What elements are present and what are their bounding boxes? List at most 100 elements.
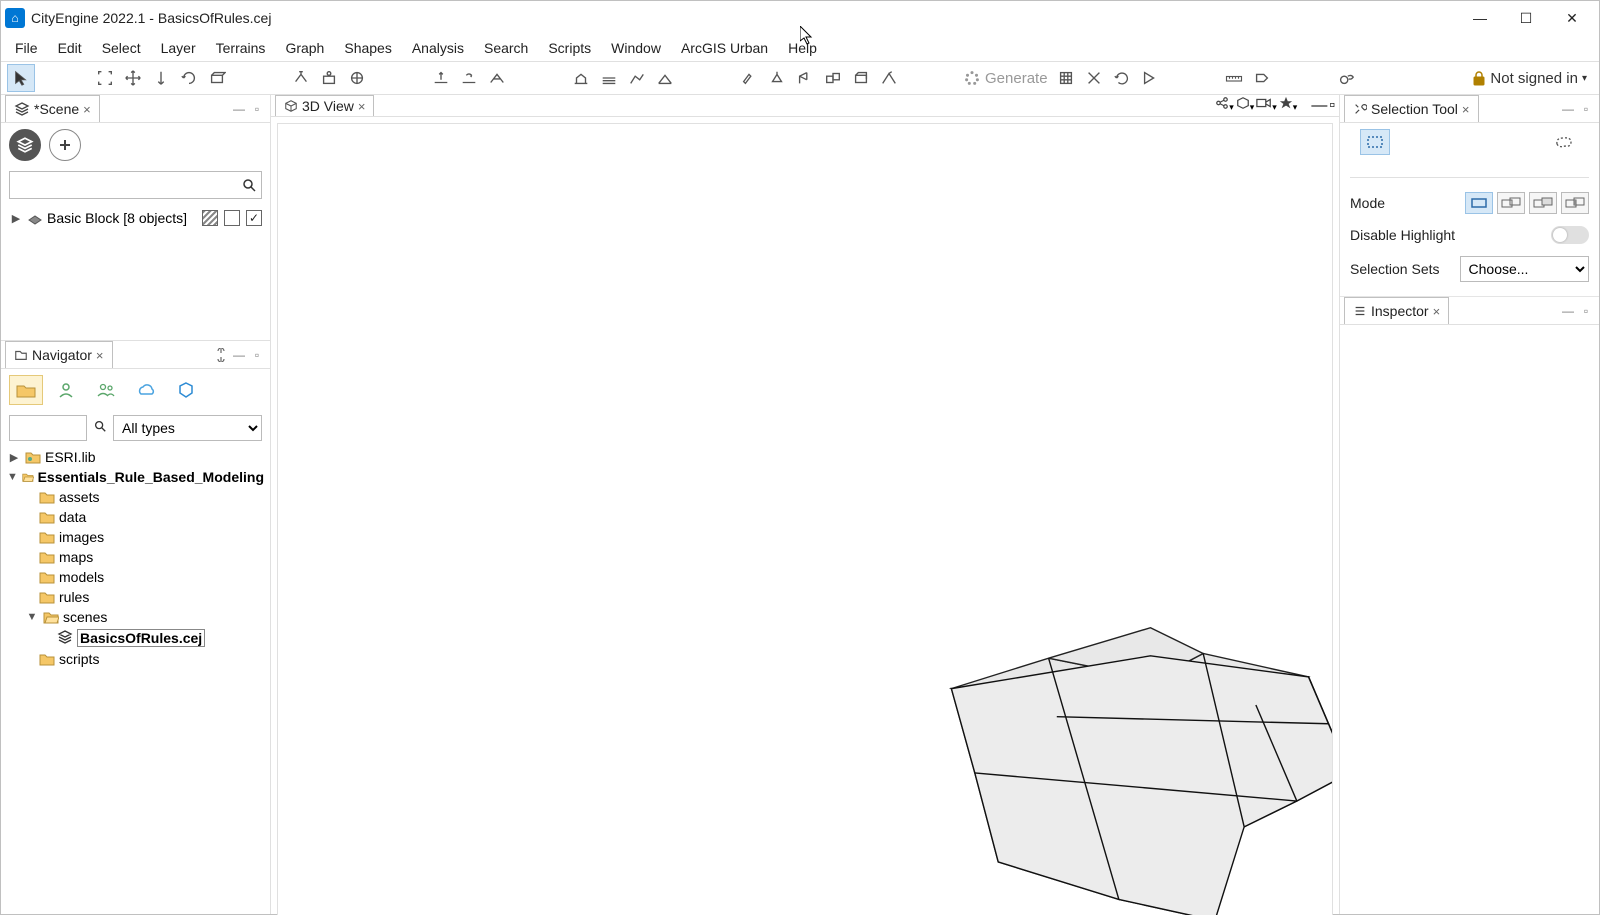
menu-layer[interactable]: Layer [151, 37, 206, 59]
minimize-panel-button[interactable]: — [1311, 97, 1327, 115]
scene-tab[interactable]: *Scene × [5, 95, 100, 122]
maximize-button[interactable]: ☐ [1503, 1, 1549, 35]
maximize-panel-button[interactable]: ▫ [1577, 302, 1595, 320]
chevron-down-icon[interactable]: ▼ [7, 471, 18, 483]
tool-e3[interactable] [1108, 64, 1136, 92]
tool-c4[interactable] [651, 64, 679, 92]
mode-replace-button[interactable] [1465, 192, 1493, 214]
tool-b2[interactable] [455, 64, 483, 92]
tool-c3[interactable] [623, 64, 651, 92]
menu-graph[interactable]: Graph [275, 37, 334, 59]
nav-portal-button[interactable] [169, 375, 203, 405]
signin-button[interactable]: Not signed in ▾ [1466, 70, 1593, 87]
rotate-tool-button[interactable] [175, 64, 203, 92]
close-icon[interactable]: × [1462, 102, 1470, 117]
rect-select-button[interactable] [1360, 129, 1390, 155]
menu-edit[interactable]: Edit [48, 37, 92, 59]
nav-folder-images[interactable]: images [7, 527, 264, 547]
view-share-dropdown[interactable]: ▾ [1215, 96, 1234, 115]
minimize-panel-button[interactable]: — [1559, 100, 1577, 118]
nav-folder-rules[interactable]: rules [7, 587, 264, 607]
menu-shapes[interactable]: Shapes [334, 37, 401, 59]
tool-a3[interactable] [343, 64, 371, 92]
transform-tool-button[interactable] [203, 64, 231, 92]
tool-a2[interactable] [315, 64, 343, 92]
tool-d4[interactable] [819, 64, 847, 92]
tool-e1[interactable] [1052, 64, 1080, 92]
nav-groups-button[interactable] [89, 375, 123, 405]
close-icon[interactable]: × [358, 99, 366, 114]
move-tool-button[interactable] [119, 64, 147, 92]
close-icon[interactable]: × [96, 348, 104, 363]
tag-tool-button[interactable] [1248, 64, 1276, 92]
layer-color-toggle[interactable] [224, 210, 240, 226]
scene-search[interactable] [9, 171, 262, 199]
close-icon[interactable]: × [1433, 304, 1441, 319]
nav-file-scene[interactable]: BasicsOfRules.cej [7, 627, 264, 649]
maximize-panel-button[interactable]: ▫ [248, 100, 266, 118]
mode-add-button[interactable] [1497, 192, 1525, 214]
maximize-panel-button[interactable]: ▫ [1577, 100, 1595, 118]
nav-item-esri[interactable]: ▶ ESRI.lib [7, 447, 264, 467]
disable-highlight-toggle[interactable] [1551, 226, 1589, 244]
nav-cloud-button[interactable] [129, 375, 163, 405]
close-button[interactable]: ✕ [1549, 1, 1595, 35]
mode-intersect-button[interactable] [1561, 192, 1589, 214]
view-camera-dropdown[interactable]: ▾ [1256, 96, 1277, 115]
nav-folder-maps[interactable]: maps [7, 547, 264, 567]
select-tool-button[interactable] [7, 64, 35, 92]
tool-d2[interactable] [763, 64, 791, 92]
navigator-filter-input[interactable] [9, 415, 87, 441]
tool-d6[interactable] [875, 64, 903, 92]
menu-select[interactable]: Select [92, 37, 151, 59]
viewport-3d[interactable] [277, 123, 1333, 915]
navigator-tab[interactable]: Navigator × [5, 341, 113, 368]
lasso-select-button[interactable] [1549, 129, 1579, 155]
menu-scripts[interactable]: Scripts [538, 37, 601, 59]
close-icon[interactable]: × [83, 102, 91, 117]
inspector-tab[interactable]: Inspector × [1344, 297, 1449, 324]
nav-folder-scenes[interactable]: ▼ scenes [7, 607, 264, 627]
maximize-panel-button[interactable]: ▫ [248, 346, 266, 364]
nav-folder-data[interactable]: data [7, 507, 264, 527]
minimize-panel-button[interactable]: — [230, 346, 248, 364]
add-layer-button[interactable] [49, 129, 81, 161]
chevron-right-icon[interactable]: ▶ [9, 212, 23, 225]
menu-file[interactable]: File [5, 37, 48, 59]
menu-window[interactable]: Window [601, 37, 671, 59]
lighting-button[interactable] [1332, 64, 1360, 92]
tool-d1[interactable] [735, 64, 763, 92]
scale-tool-button[interactable] [147, 64, 175, 92]
layer-lock-toggle[interactable] [202, 210, 218, 226]
layers-view-button[interactable] [9, 129, 41, 161]
layer-visible-toggle[interactable] [246, 210, 262, 226]
tool-d5[interactable] [847, 64, 875, 92]
nav-folder-models[interactable]: models [7, 567, 264, 587]
minimize-button[interactable]: — [1457, 1, 1503, 35]
nav-local-button[interactable] [9, 375, 43, 405]
frame-button[interactable] [91, 64, 119, 92]
menu-search[interactable]: Search [474, 37, 538, 59]
measure-tool-button[interactable] [1220, 64, 1248, 92]
menu-terrains[interactable]: Terrains [206, 37, 276, 59]
view-bookmark-dropdown[interactable]: ▾ [1279, 96, 1298, 115]
view-render-dropdown[interactable]: ▾ [1236, 96, 1255, 115]
nav-folder-assets[interactable]: assets [7, 487, 264, 507]
tool-d3[interactable] [791, 64, 819, 92]
navigator-type-select[interactable]: All types [113, 415, 262, 441]
maximize-panel-button[interactable]: ▫ [1329, 97, 1335, 115]
scene-layer-row[interactable]: ▶ Basic Block [8 objects] [9, 207, 262, 229]
menu-arcgis-urban[interactable]: ArcGIS Urban [671, 37, 778, 59]
tool-e2[interactable] [1080, 64, 1108, 92]
nav-folder-scripts[interactable]: scripts [7, 649, 264, 669]
minimize-panel-button[interactable]: — [230, 100, 248, 118]
scene-search-input[interactable] [14, 177, 241, 193]
minimize-panel-button[interactable]: — [1559, 302, 1577, 320]
mode-subtract-button[interactable] [1529, 192, 1557, 214]
generate-button[interactable]: Generate [959, 64, 1052, 92]
menu-help[interactable]: Help [778, 37, 827, 59]
selection-sets-select[interactable]: Choose... [1460, 256, 1589, 282]
tool-a1[interactable] [287, 64, 315, 92]
link-button[interactable] [212, 346, 230, 364]
nav-user-button[interactable] [49, 375, 83, 405]
